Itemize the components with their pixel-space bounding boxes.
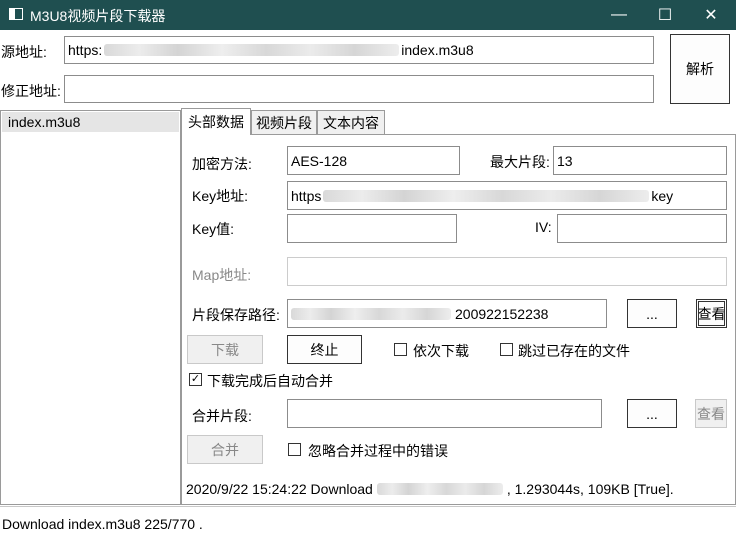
encrypt-method-value: AES-128	[291, 152, 348, 169]
ignore-errors-label: 忽略合并过程中的错误	[308, 443, 448, 459]
key-value-label: Key值:	[192, 221, 235, 237]
auto-merge-checkbox[interactable]: ✓	[189, 373, 202, 386]
parse-button[interactable]: 解析	[670, 34, 730, 104]
key-url-suffix: key	[651, 187, 674, 204]
list-item[interactable]: index.m3u8	[2, 112, 179, 132]
sequential-download-label: 依次下载	[413, 343, 469, 359]
iv-input[interactable]	[557, 214, 727, 243]
source-url-suffix: index.m3u8	[401, 42, 474, 58]
save-path-browse-button[interactable]: ...	[627, 299, 677, 328]
skip-existing-checkbox[interactable]	[500, 343, 513, 356]
save-path-suffix: 200922152238	[455, 305, 549, 322]
download-button[interactable]: 下载	[187, 335, 263, 364]
redacted-region	[104, 44, 400, 56]
fix-label: 修正地址:	[1, 83, 61, 99]
log-line: 2020/9/22 15:24:22 Download , 1.293044s,…	[186, 481, 674, 497]
redacted-region	[291, 307, 451, 320]
redacted-region	[323, 189, 650, 202]
tab-video-segments[interactable]: 视频片段	[251, 110, 317, 134]
iv-label: IV:	[535, 219, 552, 235]
source-url-prefix: https:	[68, 42, 103, 58]
key-value-input[interactable]	[287, 214, 457, 243]
map-url-label: Map地址:	[192, 267, 252, 283]
max-segment-value: 13	[557, 152, 573, 169]
merge-button[interactable]: 合并	[187, 435, 263, 464]
map-url-input[interactable]	[287, 257, 727, 286]
file-list[interactable]: index.m3u8	[0, 110, 181, 505]
tab-text-content[interactable]: 文本内容	[317, 110, 385, 134]
stop-button[interactable]: 终止	[287, 335, 362, 364]
window-title: M3U8视频片段下载器	[30, 8, 166, 24]
save-path-view-button[interactable]: 查看	[696, 299, 727, 328]
status-text: Download index.m3u8 225/770 .	[2, 516, 203, 532]
close-button[interactable]: ✕	[688, 0, 734, 30]
app-icon	[9, 8, 23, 20]
source-label: 源地址:	[1, 44, 47, 60]
redacted-region	[376, 483, 503, 495]
key-url-prefix: https	[291, 187, 322, 204]
merge-segments-input[interactable]	[287, 399, 602, 428]
tab-header-data[interactable]: 头部数据	[181, 108, 251, 135]
log-suffix: , 1.293044s, 109KB [True].	[506, 481, 674, 497]
merge-browse-button[interactable]: ...	[627, 399, 677, 428]
source-url-input[interactable]: https: index.m3u8	[64, 36, 654, 64]
merge-view-button[interactable]: 查看	[695, 399, 727, 428]
encrypt-method-label: 加密方法:	[192, 156, 252, 172]
key-url-label: Key地址:	[192, 188, 249, 204]
status-bar: Download index.m3u8 225/770 .	[0, 506, 736, 540]
key-url-input[interactable]: https key	[287, 181, 727, 210]
max-segment-input[interactable]: 13	[553, 146, 727, 175]
auto-merge-label: 下载完成后自动合并	[207, 373, 333, 389]
skip-existing-label: 跳过已存在的文件	[518, 343, 630, 359]
check-icon: ✓	[190, 373, 201, 385]
title-bar: M3U8视频片段下载器 — ☐ ✕	[0, 0, 736, 30]
save-path-input[interactable]: 200922152238	[287, 299, 607, 328]
encrypt-method-input[interactable]: AES-128	[287, 146, 460, 175]
merge-segments-label: 合并片段:	[192, 408, 252, 424]
sequential-download-checkbox[interactable]	[394, 343, 407, 356]
fix-url-input[interactable]	[64, 75, 654, 103]
save-path-label: 片段保存路径:	[192, 307, 280, 323]
maximize-button[interactable]: ☐	[642, 0, 688, 30]
minimize-button[interactable]: —	[596, 0, 642, 30]
max-segment-label: 最大片段:	[490, 154, 550, 170]
log-prefix: 2020/9/22 15:24:22 Download	[186, 481, 373, 497]
ignore-errors-checkbox[interactable]	[288, 443, 301, 456]
